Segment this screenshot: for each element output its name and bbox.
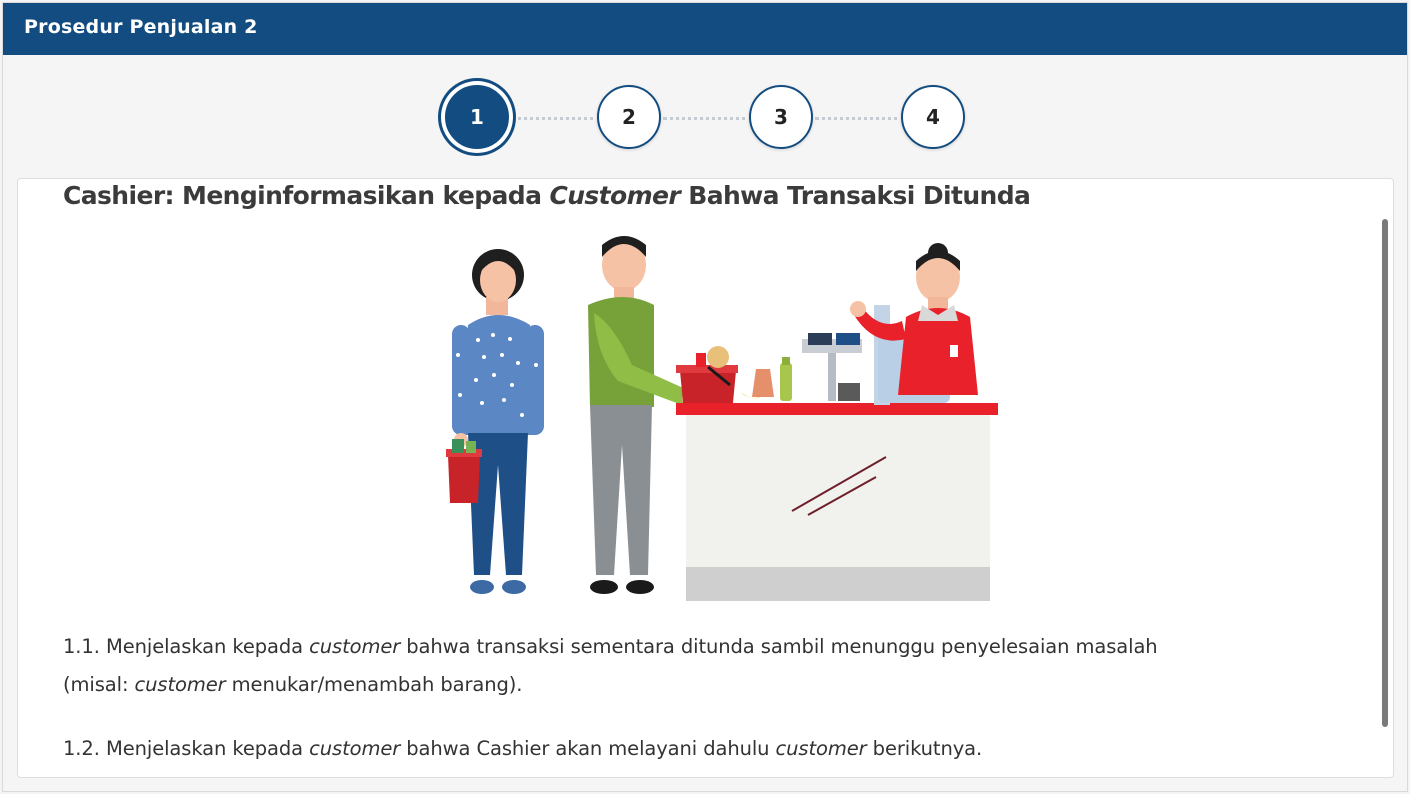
step-item-1-1: 1.1. Menjelaskan kepada customer bahwa tr… — [63, 635, 1158, 696]
stepper: 1 2 3 4 — [3, 81, 1407, 157]
counter-top — [676, 403, 998, 415]
header-bar: Prosedur Penjualan 2 — [3, 3, 1407, 55]
step-2-button[interactable]: 2 — [597, 85, 661, 149]
counter-products — [740, 357, 792, 401]
cashier-illustration — [446, 236, 998, 601]
step-connector — [815, 117, 905, 120]
app-window: Prosedur Penjualan 2 1 2 3 4 Cashier: Me… — [2, 2, 1408, 792]
page-title: Prosedur Penjualan 2 — [24, 16, 258, 38]
counter-body — [686, 415, 990, 567]
step-1-button[interactable]: 1 — [445, 85, 509, 149]
step-3-button[interactable]: 3 — [749, 85, 813, 149]
counter-base — [686, 567, 990, 601]
step-4-button[interactable]: 4 — [901, 85, 965, 149]
content-title: Cashier: Menginformasikan kepada Custome… — [63, 181, 1031, 210]
step-connector — [511, 117, 601, 120]
woman-customer-figure — [446, 249, 544, 594]
step-connector — [663, 117, 753, 120]
content-card: Cashier: Menginformasikan kepada Custome… — [17, 178, 1394, 778]
step-item-1-2: 1.2. Menjelaskan kepada customer bahwa Ca… — [63, 737, 983, 760]
vertical-scrollbar[interactable] — [1382, 219, 1388, 727]
cashier-figure — [850, 243, 978, 395]
